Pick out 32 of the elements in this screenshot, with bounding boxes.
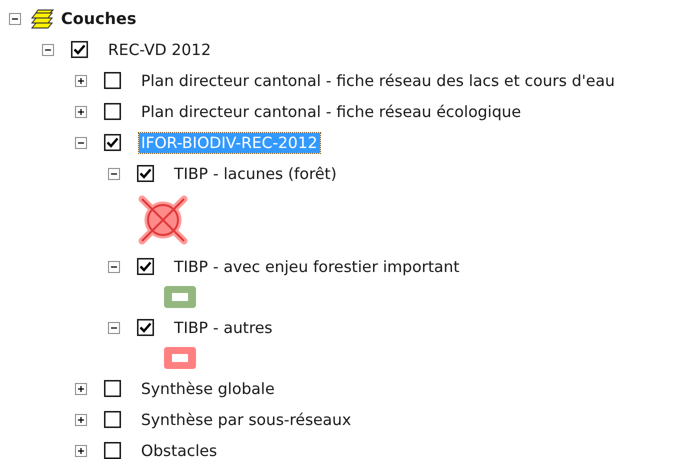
layer-label[interactable]: TIBP - avec enjeu forestier important — [172, 256, 462, 276]
layer-label[interactable]: TIBP - autres — [172, 318, 275, 338]
checkbox[interactable] — [104, 380, 121, 397]
layer-label[interactable]: TIBP - lacunes (forêt) — [172, 164, 339, 184]
checkbox[interactable] — [137, 319, 154, 336]
collapse-icon[interactable] — [75, 136, 87, 148]
checkbox[interactable] — [104, 72, 121, 89]
checkbox[interactable] — [104, 103, 121, 120]
checkbox[interactable] — [71, 41, 88, 58]
checkbox[interactable] — [104, 134, 121, 151]
expand-icon[interactable] — [75, 74, 87, 86]
checkbox[interactable] — [137, 165, 154, 182]
collapse-icon[interactable] — [108, 260, 120, 272]
expand-icon[interactable] — [75, 414, 87, 426]
collapse-icon[interactable] — [42, 44, 54, 56]
layer-label[interactable]: Obstacles — [139, 440, 220, 459]
checkbox[interactable] — [104, 442, 121, 459]
collapse-icon[interactable] — [108, 322, 120, 334]
checkbox[interactable] — [137, 258, 154, 275]
collapse-icon[interactable] — [108, 168, 120, 180]
layers-icon — [30, 8, 54, 28]
expand-icon[interactable] — [75, 382, 87, 394]
toc-title: Couches — [61, 8, 136, 30]
expand-icon[interactable] — [75, 106, 87, 118]
checkbox[interactable] — [104, 411, 121, 428]
layer-label[interactable]: REC-VD 2012 — [106, 40, 213, 60]
expand-icon[interactable] — [75, 444, 87, 456]
layer-label[interactable]: Synthèse globale — [139, 378, 277, 398]
layer-label[interactable]: Plan directeur cantonal - fiche réseau écologique — [139, 102, 524, 122]
layer-label[interactable]: Plan directeur cantonal - fiche réseau des lacs et cours d'eau — [139, 70, 617, 90]
collapse-icon[interactable] — [9, 12, 21, 24]
layer-label[interactable]: Synthèse par sous-réseaux — [139, 410, 354, 430]
